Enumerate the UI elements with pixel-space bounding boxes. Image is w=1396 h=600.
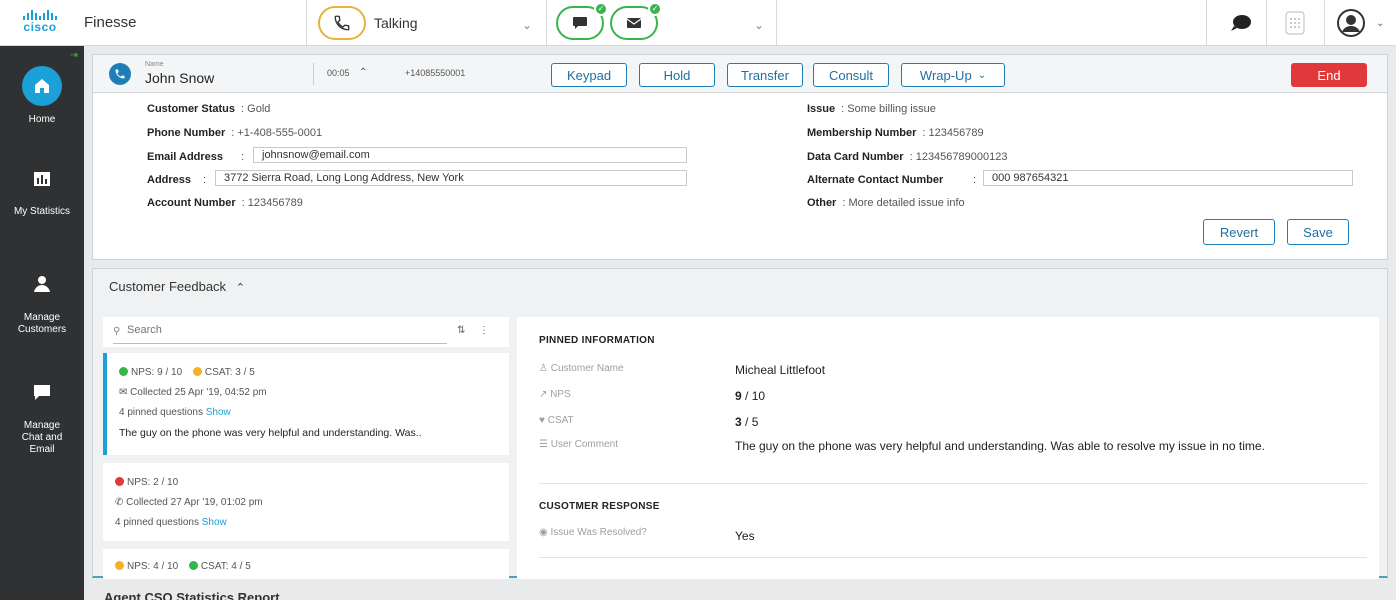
feedback-comment: The guy on the phone was very helpful an…: [119, 427, 422, 439]
other-field: Other: More detailed issue info: [807, 197, 965, 209]
account-number-field: Account Number: 123456789: [147, 197, 303, 209]
chevron-down-icon: ⌄: [522, 18, 533, 32]
feedback-detail: PINNED INFORMATION ♙ Customer Name Miche…: [517, 317, 1379, 579]
app-name: Finesse: [84, 14, 137, 31]
check-circle-icon: ◉: [539, 527, 548, 538]
collapse-arrow-icon[interactable]: ⇥: [70, 50, 78, 61]
nps-icon: ↗: [539, 389, 548, 400]
customer-name-label: ♙ Customer Name: [539, 363, 624, 374]
home-icon: [22, 66, 62, 106]
top-bar: cisco Finesse Talking ⌄ ✓ ✓ ⌄ ⌄: [0, 0, 1396, 46]
user-comment-label: ☰ User Comment: [539, 439, 618, 450]
sidebar-item-manage-customers[interactable]: Manage Customers: [0, 264, 84, 336]
comment-icon: ☰: [539, 439, 548, 450]
address-input[interactable]: 3772 Sierra Road, Long Long Address, New…: [215, 170, 687, 186]
pinned-information-title: PINNED INFORMATION: [539, 335, 655, 346]
sidebar: ⇥ Home My Statistics Manage Customers Ma…: [0, 46, 84, 600]
cisco-logo: cisco: [18, 10, 62, 36]
chat-icon: [22, 372, 62, 412]
csat-label: ♥ CSAT: [539, 415, 574, 426]
feedback-title[interactable]: Customer Feedback ⌃: [109, 279, 245, 294]
csat-status-dot: [192, 367, 202, 376]
feedback-list: ⚲ ⇅ ⋮ NPS: 9 / 10 CSAT: 3 / 5 ✉ Collecte…: [103, 317, 509, 579]
chevron-down-icon[interactable]: ⌄: [754, 18, 764, 32]
email-label: Email Address: [147, 151, 224, 163]
csat-status-dot: [188, 561, 198, 570]
email-media-button[interactable]: ✓: [610, 2, 662, 40]
dialpad-icon[interactable]: [1280, 8, 1310, 38]
address-label: Address: [147, 174, 192, 186]
brand-text: cisco: [23, 20, 57, 34]
chat-icon: [573, 17, 587, 29]
save-button[interactable]: Save: [1287, 219, 1349, 245]
call-panel: Name John Snow 00:05 ⌃ +14085550001 Keyp…: [92, 54, 1388, 260]
issue-field: Issue: Some billing issue: [807, 103, 936, 115]
membership-number-field: Membership Number: 123456789: [807, 127, 984, 139]
feedback-card[interactable]: NPS: 9 / 10 CSAT: 3 / 5 ✉ Collected 25 A…: [103, 353, 509, 455]
caller-name-label: Name: [145, 61, 164, 68]
chevron-up-icon[interactable]: ⌃: [359, 67, 367, 78]
chevron-up-icon: ⌃: [235, 282, 245, 294]
person-icon: ♙: [539, 363, 548, 374]
phone-number-field: Phone Number: +1-408-555-0001: [147, 127, 323, 139]
heart-icon: ♥: [539, 415, 545, 426]
show-link[interactable]: Show: [206, 407, 231, 418]
wrapup-dropdown[interactable]: Wrap-Up ⌄: [901, 63, 1005, 87]
chevron-down-icon[interactable]: ⌄: [1376, 18, 1384, 29]
dialed-number: +14085550001: [405, 68, 466, 78]
customer-name-value: Micheal Littlefoot: [735, 363, 826, 377]
issue-resolved-label: ◉ Issue Was Resolved?: [539, 527, 647, 538]
customer-feedback-panel: Customer Feedback ⌃ ⚲ ⇅ ⋮ NPS: 9 / 10 CS…: [92, 268, 1388, 579]
sort-icon[interactable]: ⇅: [457, 325, 465, 336]
user-comment-value: The guy on the phone was very helpful an…: [735, 439, 1265, 453]
hold-button[interactable]: Hold: [639, 63, 715, 87]
issue-resolved-value: Yes: [735, 529, 755, 543]
nps-status-dot: [119, 367, 128, 376]
bar-chart-icon: [22, 158, 62, 198]
csat-value: 3 / 5: [735, 415, 759, 429]
caller-name: John Snow: [145, 70, 215, 86]
phone-icon: [318, 6, 366, 40]
user-avatar-icon[interactable]: [1336, 8, 1366, 38]
end-call-button[interactable]: End: [1291, 63, 1367, 87]
data-card-number-field: Data Card Number: 123456789000123: [807, 151, 1008, 163]
nps-value: 9 / 10: [735, 389, 766, 403]
chevron-down-icon: ⌄: [977, 69, 987, 81]
chat-media-button[interactable]: ✓: [556, 2, 608, 40]
chat-bubble-icon[interactable]: [1226, 8, 1256, 38]
call-timer: 00:05: [327, 68, 350, 78]
consult-button[interactable]: Consult: [813, 63, 889, 87]
customer-response-title: CUSOTMER RESPONSE: [539, 501, 660, 512]
search-input[interactable]: [127, 324, 427, 336]
agent-state-dropdown[interactable]: Talking ⌄: [318, 6, 538, 40]
keypad-button[interactable]: Keypad: [551, 63, 627, 87]
agent-csq-report-title: Agent CSQ Statistics Report: [104, 590, 280, 600]
sidebar-item-my-statistics[interactable]: My Statistics: [0, 158, 84, 218]
nps-status-dot: [115, 477, 124, 486]
envelope-icon: ✉: [119, 387, 128, 398]
more-options-icon[interactable]: ⋮: [479, 325, 489, 336]
agent-state-label: Talking: [374, 15, 418, 31]
search-icon: ⚲: [113, 326, 121, 337]
feedback-search: ⚲ ⇅ ⋮: [103, 317, 509, 347]
revert-button[interactable]: Revert: [1203, 219, 1275, 245]
show-link[interactable]: Show: [202, 517, 227, 528]
email-icon: [626, 18, 642, 28]
nps-label: ↗ NPS: [539, 389, 571, 400]
call-header: Name John Snow 00:05 ⌃ +14085550001 Keyp…: [93, 55, 1387, 93]
alternate-contact-label: Alternate Contact Number: [807, 174, 944, 186]
alternate-contact-input[interactable]: 000 987654321: [983, 170, 1353, 186]
email-input[interactable]: johnsnow@email.com: [253, 147, 687, 163]
feedback-card[interactable]: NPS: 4 / 10 CSAT: 4 / 5: [103, 549, 509, 579]
customer-status-field: Customer Status: Gold: [147, 103, 271, 115]
person-icon: [22, 264, 62, 304]
sidebar-item-home[interactable]: Home: [0, 66, 84, 126]
sidebar-item-manage-chat-email[interactable]: Manage Chat and Email: [0, 372, 84, 456]
phone-icon: [109, 63, 131, 85]
transfer-button[interactable]: Transfer: [727, 63, 803, 87]
nps-status-dot: [115, 561, 124, 570]
phone-icon: ✆: [115, 497, 124, 508]
feedback-card[interactable]: NPS: 2 / 10 ✆ Collected 27 Apr '19, 01:0…: [103, 463, 509, 541]
